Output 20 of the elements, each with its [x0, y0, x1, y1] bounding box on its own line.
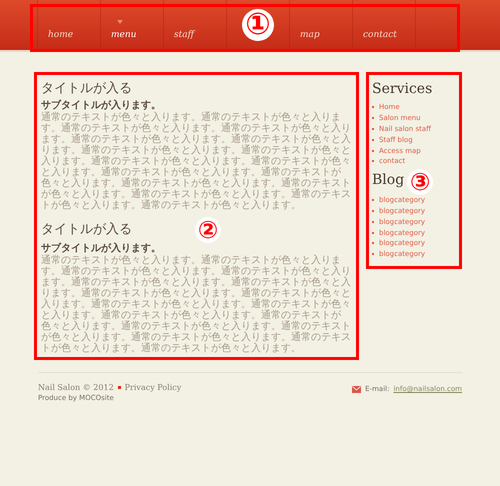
body-text: 通常のテキストが色々と入ります。通常のテキストが色々と入ります。通常のテキストが色々と入ります。通常のテキストが色々と入ります。通常のテキストが色々と入ります。通常のテキストが色々と入ります。通常のテキストが色々と入ります。通常のテキストが色々と入ります。通常のテキストが色々と入ります。通常のテキストが色々と入ります。通常のテキストが色々と入ります。通常のテキストが色々と入ります。通常のテキストが色々と入ります。通常のテキストが色々と入ります。通常のテキストが色々と入ります。通常のテキストが色々と入ります。通常のテキストが色々と入ります。 — [41, 112, 352, 211]
section-subtitle: サブタイトルが入ります。 — [41, 243, 162, 254]
bullet-icon — [118, 386, 121, 389]
copyright-text: Nail Salon © 2012 — [38, 383, 114, 392]
nav-link[interactable]: home — [48, 30, 74, 40]
section-title: タイトルが入る — [41, 220, 132, 238]
sidebar-heading: Blog — [372, 172, 404, 188]
nav-link[interactable]: map — [300, 30, 320, 40]
mail-icon — [352, 386, 362, 392]
body-text: 通常のテキストが色々と入ります。通常のテキストが色々と入ります。通常のテキストが色々と入ります。通常のテキストが色々と入ります。通常のテキストが色々と入ります。通常のテキストが色々と入ります。通常のテキストが色々と入ります。通常のテキストが色々と入ります。通常のテキストが色々と入ります。通常のテキストが色々と入ります。通常のテキストが色々と入ります。通常のテキストが色々と入ります。通常のテキストが色々と入ります。通常のテキストが色々と入ります。通常のテキストが色々と入ります。通常のテキストが色々と入ります。通常のテキストが色々と入ります。 — [41, 255, 352, 354]
annotation-number: ② — [195, 217, 221, 243]
nav-link[interactable]: contact — [363, 30, 397, 40]
nav-link[interactable]: staff — [174, 30, 194, 40]
sidebar-heading: Services — [372, 81, 432, 97]
section-subtitle: サブタイトルが入ります。 — [41, 100, 162, 112]
nav-link[interactable]: menu — [111, 30, 136, 40]
annotation-number: ③ — [407, 168, 434, 195]
annotation-number: ① — [242, 9, 274, 41]
section-title: タイトルが入る — [41, 80, 132, 97]
privacy-link[interactable]: Privacy Policy — [124, 383, 182, 392]
